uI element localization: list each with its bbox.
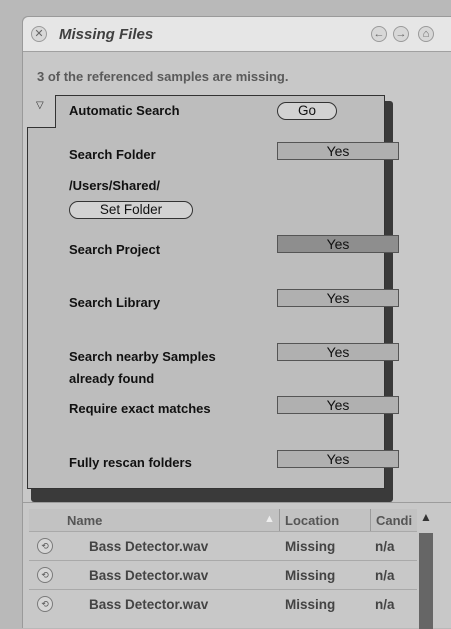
table-header: Name ▲ Location Candi	[29, 509, 417, 531]
section-divider	[23, 502, 451, 503]
panel-title: Missing Files	[59, 26, 154, 43]
locate-sample-icon[interactable]: ⟲	[37, 567, 53, 583]
scroll-up-arrow-icon[interactable]: ▲	[419, 509, 433, 525]
row-location: Missing	[285, 597, 336, 612]
locate-sample-icon[interactable]: ⟲	[37, 596, 53, 612]
table-row[interactable]: ⟲ Bass Detector.wav Missing n/a	[29, 560, 417, 589]
search-project-label: Search Project	[69, 242, 161, 257]
go-button[interactable]: Go	[277, 102, 337, 120]
column-separator[interactable]	[370, 509, 371, 531]
row-location: Missing	[285, 568, 336, 583]
collapse-tab[interactable]: ▽	[27, 95, 56, 128]
sort-ascending-icon[interactable]: ▲	[264, 512, 276, 526]
scroll-thumb[interactable]	[419, 533, 433, 629]
search-project-toggle[interactable]: Yes	[277, 235, 399, 253]
search-nearby-label-cont: already found	[69, 371, 155, 386]
search-nearby-label: Search nearby Samples	[69, 349, 216, 364]
auto-search-label: Automatic Search	[69, 103, 180, 118]
rescan-folders-toggle[interactable]: Yes	[277, 450, 399, 468]
search-folder-toggle[interactable]: Yes	[277, 142, 399, 160]
back-arrow-icon[interactable]: ←	[371, 26, 387, 42]
table-row[interactable]: ⟲ Bass Detector.wav Missing n/a	[29, 589, 417, 618]
col-location-header[interactable]: Location	[285, 513, 339, 528]
table-row[interactable]: ⟲ Bass Detector.wav Missing n/a	[29, 531, 417, 560]
row-location: Missing	[285, 539, 336, 554]
rescan-folders-label: Fully rescan folders	[69, 455, 192, 470]
folder-path-label: /Users/Shared/	[69, 178, 161, 193]
close-icon[interactable]: ✕	[31, 26, 47, 42]
search-nearby-toggle[interactable]: Yes	[277, 343, 399, 361]
search-library-toggle[interactable]: Yes	[277, 289, 399, 307]
collapse-triangle-icon[interactable]: ▽	[36, 100, 44, 111]
row-name: Bass Detector.wav	[89, 597, 209, 612]
set-folder-button[interactable]: Set Folder	[69, 201, 193, 219]
col-candidates-header[interactable]: Candi	[376, 513, 412, 528]
row-candidates: n/a	[375, 539, 395, 554]
row-name: Bass Detector.wav	[89, 539, 209, 554]
title-bar: ✕ Missing Files ← → ⌂	[23, 17, 451, 52]
column-separator[interactable]	[279, 509, 280, 531]
forward-icon[interactable]: →	[393, 26, 409, 42]
row-candidates: n/a	[375, 597, 395, 612]
locate-sample-icon[interactable]: ⟲	[37, 538, 53, 554]
col-name-header[interactable]: Name	[67, 513, 102, 528]
home-icon[interactable]: ⌂	[418, 26, 434, 42]
search-library-label: Search Library	[69, 295, 161, 310]
missing-status-text: 3 of the referenced samples are missing.	[37, 69, 289, 84]
table-scrollbar[interactable]: ▲	[419, 509, 433, 629]
row-candidates: n/a	[375, 568, 395, 583]
row-name: Bass Detector.wav	[89, 568, 209, 583]
search-folder-label: Search Folder	[69, 147, 156, 162]
missing-files-panel: ✕ Missing Files ← → ⌂ 3 of the reference…	[22, 16, 451, 629]
auto-search-panel: ▽ Automatic Search Go Search Folder Yes …	[27, 95, 399, 489]
exact-matches-label: Require exact matches	[69, 401, 211, 416]
exact-matches-toggle[interactable]: Yes	[277, 396, 399, 414]
